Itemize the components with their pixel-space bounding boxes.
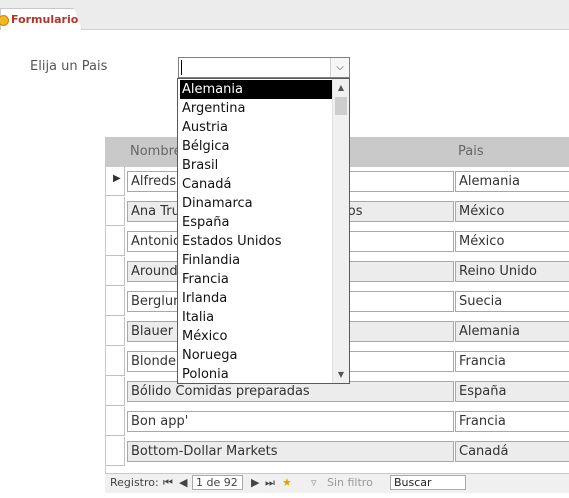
filter-icon[interactable]: ▿ <box>311 476 317 489</box>
nombre-cell[interactable]: Bon app' <box>127 411 454 432</box>
new-record-icon[interactable]: ★ <box>282 476 292 489</box>
pais-cell[interactable]: Alemania <box>455 321 569 342</box>
nombre-cell[interactable]: Bottom-Dollar Markets <box>127 441 454 462</box>
dropdown-option[interactable]: Polonia <box>180 365 332 383</box>
country-prompt-label: Elija un Pais <box>30 59 108 74</box>
tab-strip: Formulario4 <box>0 0 569 30</box>
registro-label: Registro: <box>110 476 159 489</box>
tab-formulario4[interactable]: Formulario4 <box>0 8 82 30</box>
last-record-icon[interactable]: ⏭ <box>265 476 275 490</box>
record-navigation-bar: Registro: ⏮ ◀ 1 de 92 ▶ ⏭ ★ ▿ Sin filtro… <box>105 473 569 493</box>
dropdown-option[interactable]: Italia <box>180 308 332 327</box>
dropdown-option[interactable]: Francia <box>180 270 332 289</box>
dropdown-option[interactable]: Dinamarca <box>180 194 332 213</box>
pais-cell[interactable]: México <box>455 231 569 252</box>
dropdown-option[interactable]: Canadá <box>180 175 332 194</box>
pais-cell[interactable]: Reino Unido <box>455 261 569 282</box>
previous-record-icon[interactable]: ◀ <box>179 476 187 489</box>
dropdown-option[interactable]: México <box>180 327 332 346</box>
record-selector[interactable] <box>106 197 125 226</box>
record-selector[interactable]: ▶ <box>106 167 125 196</box>
filter-status-label[interactable]: Sin filtro <box>327 476 373 489</box>
dropdown-option[interactable]: Austria <box>180 118 332 137</box>
scroll-down-icon[interactable]: ▼ <box>333 366 349 383</box>
scroll-up-icon[interactable]: ▲ <box>333 79 349 96</box>
search-input[interactable]: Buscar <box>390 475 466 490</box>
dropdown-scrollbar[interactable]: ▲ ▼ <box>332 79 349 383</box>
pais-cell[interactable]: Francia <box>455 351 569 372</box>
record-number-field[interactable]: 1 de 92 <box>192 475 243 490</box>
text-caret <box>181 60 182 75</box>
column-header-nombre[interactable]: Nombre <box>130 144 182 159</box>
country-combo-box[interactable]: ⌵ <box>178 57 350 78</box>
column-header-pais[interactable]: Pais <box>458 144 484 159</box>
tab-label: Formulario4 <box>11 13 86 26</box>
nombre-cell[interactable]: Bólido Comidas preparadas <box>127 381 454 402</box>
record-selector[interactable] <box>106 377 125 406</box>
dropdown-option[interactable]: Finlandia <box>180 251 332 270</box>
form-icon <box>0 15 9 26</box>
scroll-thumb[interactable] <box>335 97 347 115</box>
dropdown-option[interactable]: Alemania <box>180 80 332 99</box>
dropdown-option[interactable]: Noruega <box>180 346 332 365</box>
tab-divider <box>82 29 569 30</box>
chevron-down-icon[interactable]: ⌵ <box>330 58 349 77</box>
record-selector[interactable] <box>106 437 125 466</box>
current-record-icon: ▶ <box>113 173 121 184</box>
dropdown-option[interactable]: España <box>180 213 332 232</box>
first-record-icon[interactable]: ⏮ <box>163 476 173 490</box>
record-selector[interactable] <box>106 347 125 376</box>
dropdown-option[interactable]: Estados Unidos <box>180 232 332 251</box>
pais-cell[interactable]: Canadá <box>455 441 569 462</box>
record-selector[interactable] <box>106 407 125 436</box>
dropdown-option[interactable]: Irlanda <box>180 289 332 308</box>
pais-cell[interactable]: Francia <box>455 411 569 432</box>
record-selector[interactable] <box>106 287 125 316</box>
dropdown-option[interactable]: Brasil <box>180 156 332 175</box>
country-dropdown-list: ▲ ▼ Alemania Argentina Austria Bélgica Brasi… <box>177 78 350 384</box>
record-selector[interactable] <box>106 317 125 346</box>
pais-cell[interactable]: Alemania <box>455 171 569 192</box>
record-selector[interactable] <box>106 257 125 286</box>
pais-cell[interactable]: Suecia <box>455 291 569 312</box>
dropdown-option[interactable]: Bélgica <box>180 137 332 156</box>
dropdown-option[interactable]: Argentina <box>180 99 332 118</box>
next-record-icon[interactable]: ▶ <box>251 476 259 489</box>
record-selector[interactable] <box>106 227 125 256</box>
pais-cell[interactable]: España <box>455 381 569 402</box>
pais-cell[interactable]: México <box>455 201 569 222</box>
